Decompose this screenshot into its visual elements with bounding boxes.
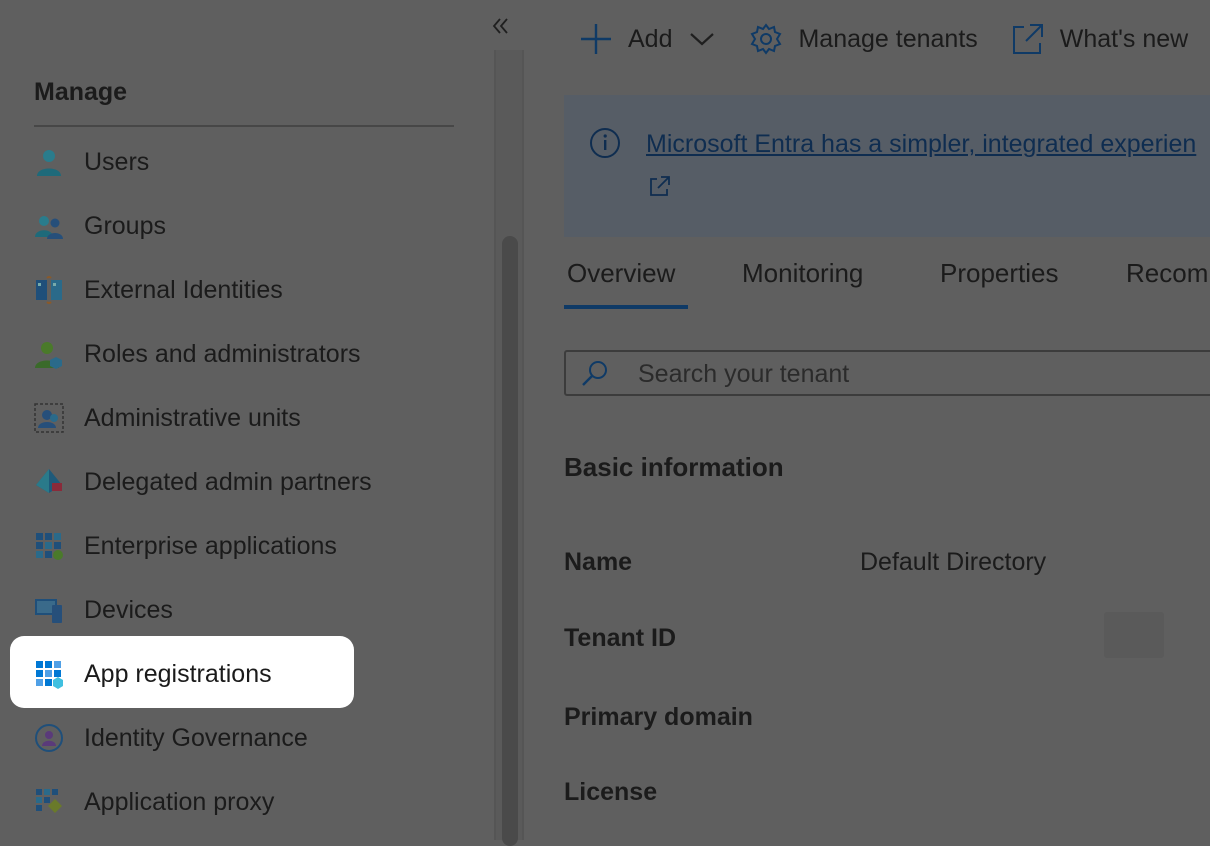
banner-link[interactable]: Microsoft Entra has a simpler, integrate… bbox=[646, 130, 1196, 159]
sidebar-item-delegated-admin-partners[interactable]: Delegated admin partners bbox=[0, 450, 494, 514]
sidebar-item-groups[interactable]: Groups bbox=[0, 194, 494, 258]
tab-bar: Overview Monitoring Properties Recom bbox=[564, 252, 1210, 310]
application-proxy-icon bbox=[36, 789, 62, 813]
sidebar-item-label: Devices bbox=[84, 595, 173, 624]
sidebar-item-label: Enterprise applications bbox=[84, 531, 337, 560]
sidebar-item-label: Roles and administrators bbox=[84, 339, 361, 368]
sidebar-item-application-proxy[interactable]: Application proxy bbox=[0, 770, 494, 834]
name-value: Default Directory bbox=[860, 548, 1047, 576]
copy-button[interactable] bbox=[1104, 612, 1164, 658]
external-identities-icon bbox=[36, 276, 62, 304]
external-link-icon bbox=[1012, 24, 1043, 54]
groups-icon bbox=[35, 216, 63, 239]
gear-icon bbox=[751, 23, 782, 55]
info-icon bbox=[590, 128, 620, 158]
tenant-id-label: Tenant ID bbox=[564, 624, 677, 652]
basic-information-heading: Basic information bbox=[564, 452, 784, 482]
add-button[interactable]: Add bbox=[578, 21, 716, 57]
sidebar-item-label: Groups bbox=[84, 211, 166, 240]
sidebar-item-label: Delegated admin partners bbox=[84, 467, 372, 496]
active-tab-indicator bbox=[564, 305, 688, 309]
manage-tenants-button[interactable]: Manage tenants bbox=[748, 21, 978, 57]
whats-new-button[interactable]: What's new bbox=[1010, 21, 1188, 57]
sidebar: Manage Users Groups External Identities bbox=[0, 0, 508, 840]
tab-properties[interactable]: Properties bbox=[940, 258, 1059, 289]
pane-divider-right bbox=[522, 50, 524, 840]
command-bar: Add Manage tenants What's new bbox=[578, 18, 1210, 60]
devices-icon bbox=[35, 599, 62, 623]
sidebar-item-label: Application proxy bbox=[84, 787, 275, 816]
sidebar-item-devices[interactable]: Devices bbox=[0, 578, 494, 642]
administrative-units-icon bbox=[34, 403, 64, 433]
sidebar-item-enterprise-applications[interactable]: Enterprise applications bbox=[0, 514, 494, 578]
roles-icon bbox=[35, 342, 62, 369]
sidebar-item-administrative-units[interactable]: Administrative units bbox=[0, 386, 494, 450]
whats-new-label: What's new bbox=[1059, 24, 1189, 53]
search-icon bbox=[582, 361, 607, 386]
sidebar-item-label: Administrative units bbox=[84, 403, 301, 432]
info-banner bbox=[564, 95, 1210, 237]
app-registrations-icon bbox=[36, 661, 63, 689]
sidebar-item-label: App registrations bbox=[84, 659, 272, 688]
manage-section-title: Manage bbox=[34, 78, 128, 106]
sidebar-item-users[interactable]: Users bbox=[0, 130, 494, 194]
primary-domain-label: Primary domain bbox=[564, 703, 753, 731]
search-input[interactable] bbox=[638, 358, 1198, 390]
tab-recommendations[interactable]: Recom bbox=[1126, 258, 1208, 289]
sidebar-item-app-registrations[interactable]: App registrations bbox=[0, 642, 494, 706]
chevron-down-icon bbox=[690, 33, 715, 46]
tab-monitoring[interactable]: Monitoring bbox=[742, 258, 863, 289]
section-divider bbox=[34, 125, 454, 127]
sidebar-nav: Users Groups External Identities Roles a… bbox=[0, 130, 494, 834]
delegated-admin-icon bbox=[36, 469, 62, 493]
tab-overview[interactable]: Overview bbox=[567, 258, 675, 289]
sidebar-item-label: Users bbox=[84, 147, 150, 176]
add-label: Add bbox=[628, 24, 673, 53]
sidebar-item-roles-and-administrators[interactable]: Roles and administrators bbox=[0, 322, 494, 386]
sidebar-item-label: External Identities bbox=[84, 275, 283, 304]
sidebar-item-external-identities[interactable]: External Identities bbox=[0, 258, 494, 322]
sidebar-item-identity-governance[interactable]: Identity Governance bbox=[0, 706, 494, 770]
plus-icon bbox=[581, 24, 611, 54]
sidebar-item-label: Identity Governance bbox=[84, 723, 308, 752]
enterprise-apps-icon bbox=[36, 533, 63, 560]
license-label: License bbox=[564, 778, 658, 806]
identity-governance-icon bbox=[35, 724, 63, 752]
manage-tenants-label: Manage tenants bbox=[798, 24, 978, 53]
users-icon bbox=[37, 150, 61, 176]
sidebar-scrollbar-thumb[interactable] bbox=[502, 236, 518, 846]
external-link-icon[interactable] bbox=[648, 174, 672, 198]
name-label: Name bbox=[564, 548, 633, 576]
double-chevron-left-icon[interactable] bbox=[486, 14, 514, 42]
